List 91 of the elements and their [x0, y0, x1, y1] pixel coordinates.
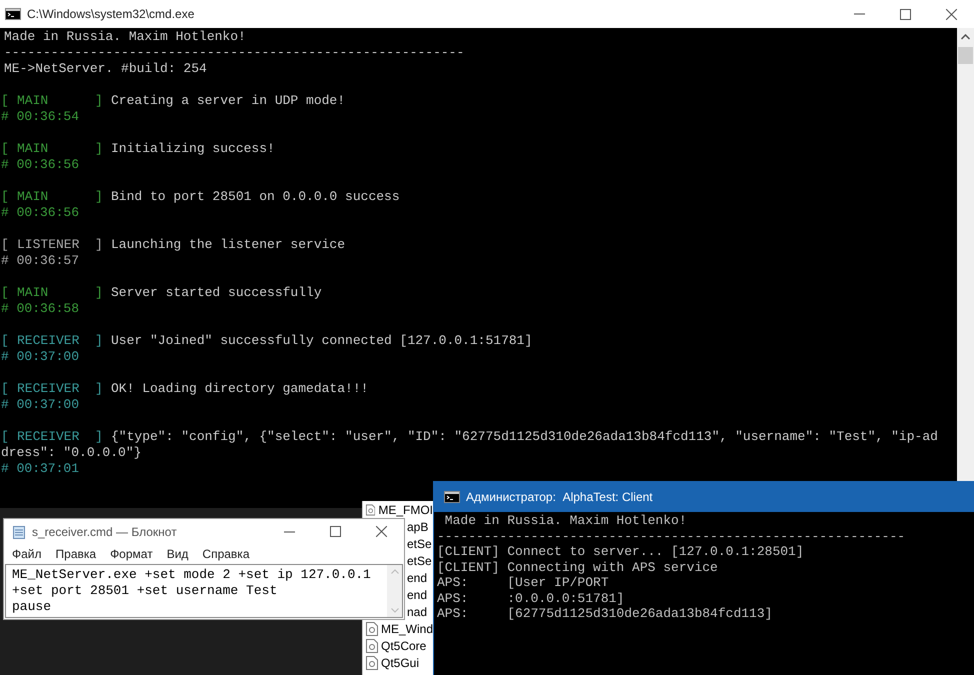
file-icon: [366, 622, 378, 636]
scrollbar[interactable]: [957, 28, 974, 481]
console-line: [CLIENT] Connecting with APS service: [437, 560, 718, 575]
file-item[interactable]: Qt5Gui: [363, 654, 433, 671]
log-timestamp: # 00:36:58: [1, 301, 80, 317]
file-item[interactable]: ME_Wind: [363, 620, 433, 637]
log-tag: RECEIVER: [17, 333, 95, 349]
log-message: User "Joined" successfully connected [127.0.0.1:51781]: [111, 333, 532, 349]
log-message: Creating a server in UDP mode!: [111, 93, 346, 109]
log-tag: MAIN: [17, 189, 95, 205]
maximize-icon: [900, 8, 910, 20]
log-timestamp: # 00:36:56: [1, 205, 80, 221]
file-item[interactable]: nad: [407, 603, 433, 620]
console-line: [CLIENT] Connect to server... [127.0.0.1:28501]: [437, 544, 804, 560]
console-line: Made in Russia. Maxim Hotlenko!: [4, 29, 246, 45]
scrollbar-thumb[interactable]: [958, 47, 973, 64]
text-line: +set port 28501 +set username Test: [12, 583, 278, 599]
log-timestamp: # 00:37:00: [1, 349, 80, 365]
log-tag: MAIN: [17, 141, 95, 157]
close-icon: [946, 8, 956, 20]
bracket: ]: [95, 93, 104, 109]
console-line: Made in Russia. Maxim Hotlenko!: [444, 513, 687, 528]
log-message: OK! Loading directory gamedata!!!: [111, 381, 368, 397]
bracket: [: [1, 237, 10, 253]
console-line: -----------------------------------------------------------: [4, 45, 464, 61]
log-message: Initializing success!: [111, 141, 275, 157]
log-timestamp: # 00:36:56: [1, 157, 80, 173]
console-line: ME->NetServer. #build: 254: [4, 61, 207, 77]
file-item[interactable]: ME_FMOI: [363, 501, 433, 518]
bracket: ]: [95, 189, 104, 205]
console-line: APS: [62775d1125d310de26ada13b84fcd113]: [437, 606, 772, 622]
log-message: Server started successfully: [111, 285, 322, 301]
log-message: {"type": "config", {"select": "user", "ID": "62775d1125d310de26ada13b84fcd113", "username": "Test", "ip-ad: [111, 429, 938, 445]
bracket: [: [1, 381, 10, 397]
log-timestamp: # 00:37:00: [1, 397, 80, 413]
scroll-up-icon: [390, 569, 398, 574]
close-icon: [376, 526, 386, 537]
file-icon: [366, 656, 378, 670]
file-icon: [366, 638, 378, 652]
file-item[interactable]: end: [407, 586, 433, 603]
log-message: Launching the listener service: [111, 237, 346, 253]
file-item[interactable]: end: [407, 569, 433, 586]
scrollbar[interactable]: [387, 565, 402, 617]
file-item[interactable]: etSe: [407, 535, 433, 552]
console-line: APS: [User IP/PORT: [437, 575, 609, 590]
bracket: [: [1, 333, 10, 349]
bracket: ]: [95, 429, 104, 445]
bracket: ]: [95, 285, 104, 301]
menu-item[interactable]: Правка: [56, 545, 96, 563]
log-tag: RECEIVER: [17, 429, 95, 445]
text-area[interactable]: ME_NetServer.exe +set mode 2 +set ip 127.0.0.1 +set port 28501 +set username Test pause: [5, 564, 403, 618]
bracket: [: [1, 285, 10, 301]
menu-item[interactable]: Файл: [12, 545, 42, 563]
bracket: ]: [95, 141, 104, 157]
log-tag: MAIN: [17, 285, 95, 301]
log-message: Bind to port 28501 on 0.0.0.0 success: [111, 189, 400, 205]
menu-item[interactable]: Вид: [166, 545, 188, 563]
bracket: ]: [95, 237, 104, 253]
file-item[interactable]: Qt5Core: [363, 637, 433, 654]
file-item[interactable]: apB: [407, 518, 433, 535]
window-title: s_receiver.cmd — Блокнот: [32, 524, 177, 540]
minimize-icon: [854, 13, 864, 15]
file-item[interactable]: etSe: [407, 552, 433, 569]
log-tag: MAIN: [17, 93, 95, 109]
maximize-icon: [330, 526, 340, 537]
log-timestamp: # 00:37:01: [1, 461, 80, 477]
scroll-down-icon: [390, 608, 398, 613]
console-icon: [5, 8, 21, 20]
text-line: pause: [12, 599, 52, 615]
window-title: C:\Windows\system32\cmd.exe: [27, 6, 194, 23]
menu-item[interactable]: Формат: [110, 545, 153, 563]
console-line: APS: :0.0.0.0:51781]: [437, 590, 624, 606]
bracket: [: [1, 93, 10, 109]
notepad-icon: [12, 524, 26, 538]
bracket: [: [1, 189, 10, 205]
log-message: dress": "0.0.0.0"}: [1, 445, 142, 461]
window-title: Администратор: AlphaTest: Client: [466, 488, 653, 506]
bracket: ]: [95, 381, 104, 397]
bracket: [: [1, 141, 10, 157]
log-timestamp: # 00:36:54: [1, 109, 80, 125]
bracket: [: [1, 429, 10, 445]
log-tag: RECEIVER: [17, 381, 95, 397]
menu-item[interactable]: Справка: [202, 545, 250, 563]
log-timestamp: # 00:36:57: [1, 253, 80, 269]
bracket: ]: [95, 333, 104, 349]
log-tag: LISTENER: [17, 237, 95, 253]
minimize-icon: [284, 530, 294, 532]
console-icon: [444, 490, 460, 502]
scroll-up-icon: [961, 34, 970, 40]
text-line: ME_NetServer.exe +set mode 2 +set ip 127.0.0.1: [12, 567, 371, 583]
console-line: ------------------------------------------------------------: [437, 528, 906, 544]
